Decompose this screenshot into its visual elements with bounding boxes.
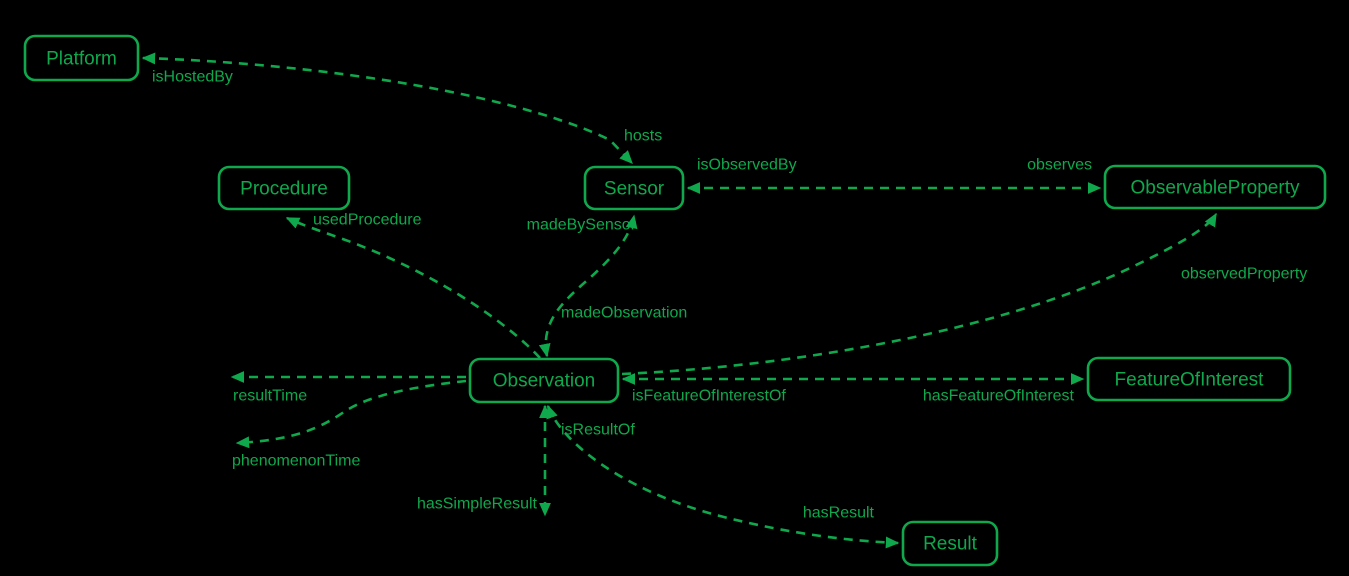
edge-label-used-procedure: usedProcedure: [313, 212, 422, 229]
ssn-ontology-diagram: isHostedBy hosts isObservedBy observes u…: [0, 0, 1349, 576]
edge-result-time: resultTime: [230, 371, 466, 405]
edge-label-made-observation: madeObservation: [561, 305, 687, 322]
edge-label-observes: observes: [1027, 157, 1092, 174]
edge-is-observed-by-observes: isObservedBy observes: [686, 157, 1102, 194]
edge-feature-of-interest: isFeatureOfInterestOf hasFeatureOfIntere…: [621, 373, 1085, 405]
node-sensor[interactable]: Sensor: [583, 165, 685, 211]
edge-is-hosted-by-hosts: isHostedBy hosts: [141, 52, 662, 164]
edge-label-result-time: resultTime: [233, 388, 307, 405]
edge-label-hosts: hosts: [624, 128, 662, 145]
edge-path-made-by-sensor-made-observation: [538, 214, 638, 358]
edge-path-used-procedure: [285, 216, 541, 359]
edge-made-by-sensor-made-observation: madeBySensor madeObservation: [527, 214, 687, 358]
node-result-label: Result: [923, 534, 978, 555]
node-observable-property-label: ObservableProperty: [1131, 178, 1300, 199]
node-result[interactable]: Result: [901, 520, 999, 567]
node-procedure-label: Procedure: [240, 179, 328, 200]
node-feature-of-interest-label: FeatureOfInterest: [1115, 370, 1265, 391]
edge-label-has-simple-result: hasSimpleResult: [417, 496, 538, 513]
edge-is-result-of-has-result: isResultOf hasResult: [546, 404, 900, 549]
edge-label-made-by-sensor: madeBySensor: [527, 217, 637, 234]
edge-label-is-feature-of-interest-of: isFeatureOfInterestOf: [632, 388, 786, 405]
node-observation[interactable]: Observation: [468, 357, 620, 404]
edge-has-simple-result: hasSimpleResult: [417, 404, 551, 517]
edge-label-has-result: hasResult: [803, 505, 875, 522]
edge-label-is-observed-by: isObservedBy: [697, 157, 797, 174]
edge-label-observed-property: observedProperty: [1181, 266, 1307, 283]
edge-label-is-result-of: isResultOf: [561, 422, 635, 439]
edge-label-has-feature-of-interest: hasFeatureOfInterest: [923, 388, 1075, 405]
node-platform[interactable]: Platform: [23, 34, 140, 82]
edge-path-observed-property: [621, 212, 1218, 376]
edge-label-phenomenon-time: phenomenonTime: [232, 453, 360, 470]
node-feature-of-interest[interactable]: FeatureOfInterest: [1086, 356, 1292, 402]
edge-used-procedure: usedProcedure: [285, 212, 541, 359]
node-sensor-label: Sensor: [604, 179, 665, 200]
node-platform-label: Platform: [46, 49, 117, 70]
node-observable-property[interactable]: ObservableProperty: [1103, 164, 1327, 210]
node-observation-label: Observation: [493, 371, 595, 392]
node-procedure[interactable]: Procedure: [217, 165, 351, 211]
edge-observed-property: observedProperty: [621, 212, 1307, 376]
diagram-canvas: isHostedBy hosts isObservedBy observes u…: [23, 34, 1327, 567]
edge-label-is-hosted-by: isHostedBy: [152, 69, 233, 86]
